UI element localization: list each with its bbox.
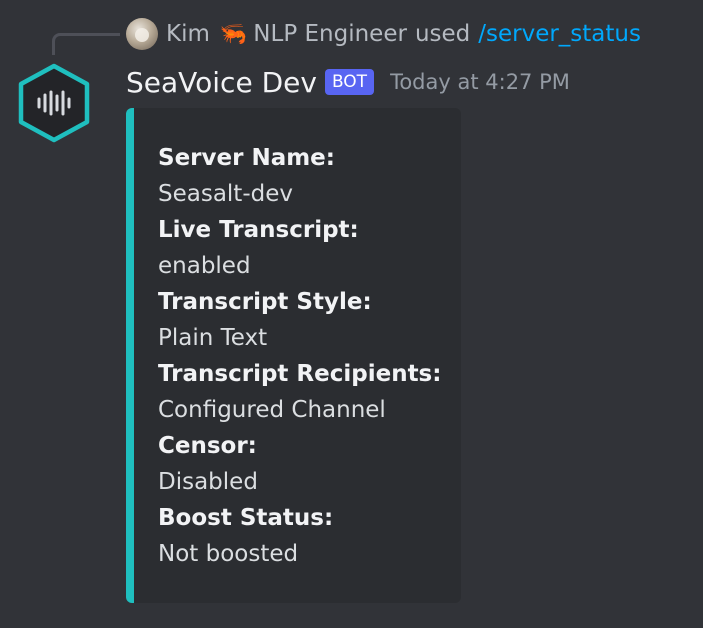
used-text: used (414, 21, 471, 47)
embed-field-transcript-recipients: Transcript Recipients: Configured Channe… (158, 356, 461, 428)
bot-tag-badge: BOT (324, 69, 375, 95)
message-timestamp: Today at 4:27 PM (390, 70, 570, 94)
field-value: Disabled (158, 469, 258, 495)
field-value: Plain Text (158, 325, 268, 351)
field-name: Server Name: (158, 145, 335, 171)
embed-field-transcript-style: Transcript Style: Plain Text (158, 284, 461, 356)
field-name: Boost Status: (158, 505, 334, 531)
command-interaction: Kim 🦐 NLP Engineer used /server_status (126, 18, 641, 50)
field-value: Seasalt-dev (158, 181, 293, 207)
field-value: Not boosted (158, 541, 299, 567)
bot-avatar[interactable] (16, 62, 92, 144)
shrimp-icon: 🦐 (219, 21, 248, 47)
embed-field-server-name: Server Name: Seasalt-dev (158, 140, 461, 212)
bot-name[interactable]: SeaVoice Dev (126, 66, 317, 99)
user-role: NLP Engineer (253, 21, 407, 47)
user-avatar[interactable] (126, 18, 158, 50)
server-status-embed: Server Name: Seasalt-dev Live Transcript… (126, 108, 461, 603)
field-name: Live Transcript: (158, 217, 359, 243)
field-value: enabled (158, 253, 251, 279)
field-value: Configured Channel (158, 397, 386, 423)
embed-field-censor: Censor: Disabled (158, 428, 461, 500)
field-name: Transcript Style: (158, 289, 372, 315)
command-link[interactable]: /server_status (478, 21, 641, 47)
embed-field-boost-status: Boost Status: Not boosted (158, 500, 461, 572)
field-name: Censor: (158, 433, 257, 459)
field-name: Transcript Recipients: (158, 361, 442, 387)
hexagon-soundwave-icon (18, 63, 90, 143)
user-name[interactable]: Kim (166, 21, 210, 47)
chat-message: Kim 🦐 NLP Engineer used /server_status S… (0, 0, 703, 628)
reply-spine (52, 33, 120, 55)
embed-field-live-transcript: Live Transcript: enabled (158, 212, 461, 284)
message-header: SeaVoice Dev BOT Today at 4:27 PM (126, 62, 570, 102)
